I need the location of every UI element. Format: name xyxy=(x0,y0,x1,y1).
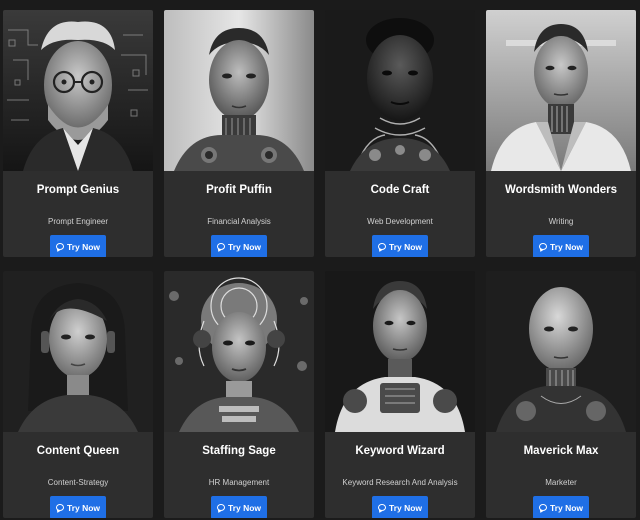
assistant-name: Content Queen xyxy=(36,445,120,457)
portrait-image xyxy=(486,10,636,171)
portrait-image xyxy=(3,271,153,432)
try-now-button[interactable]: Try Now xyxy=(533,235,589,257)
chat-bubble-icon xyxy=(538,504,547,511)
assistant-card: Profit Puffin Financial Analysis Try Now xyxy=(164,10,314,257)
assistant-role: HR Management xyxy=(208,478,270,487)
chat-bubble-icon xyxy=(538,243,547,250)
assistant-role: Financial Analysis xyxy=(207,217,271,226)
portrait-image xyxy=(486,271,636,432)
try-now-label: Try Now xyxy=(66,241,101,252)
assistant-role: Keyword Research And Analysis xyxy=(342,478,458,487)
chat-bubble-icon xyxy=(377,243,386,250)
assistant-card: Content Queen Content-Strategy Try Now xyxy=(3,271,153,518)
assistant-name: Staffing Sage xyxy=(202,445,276,457)
assistant-card: Maverick Max Marketer Try Now xyxy=(486,271,636,518)
assistant-card: Staffing Sage HR Management Try Now xyxy=(164,271,314,518)
try-now-label: Try Now xyxy=(227,502,262,513)
assistant-name: Keyword Wizard xyxy=(355,445,445,457)
try-now-label: Try Now xyxy=(549,241,584,252)
assistant-name: Prompt Genius xyxy=(36,184,120,196)
try-now-button[interactable]: Try Now xyxy=(50,496,106,518)
assistant-role: Writing xyxy=(548,217,574,226)
try-now-label: Try Now xyxy=(66,502,101,513)
portrait-image xyxy=(164,271,314,432)
portrait-image xyxy=(325,271,475,432)
try-now-button[interactable]: Try Now xyxy=(372,235,428,257)
assistant-card: Wordsmith Wonders Writing Try Now xyxy=(486,10,636,257)
chat-bubble-icon xyxy=(216,243,225,250)
assistant-role: Marketer xyxy=(545,478,577,487)
assistant-role: Web Development xyxy=(367,217,433,226)
chat-bubble-icon xyxy=(55,243,64,250)
try-now-label: Try Now xyxy=(227,241,262,252)
try-now-label: Try Now xyxy=(549,502,584,513)
try-now-button[interactable]: Try Now xyxy=(211,235,267,257)
assistant-card: Prompt Genius Prompt Engineer Try Now xyxy=(3,10,153,257)
assistant-card-grid: Prompt Genius Prompt Engineer Try Now Pr… xyxy=(0,0,640,520)
chat-bubble-icon xyxy=(55,504,64,511)
assistant-name: Code Craft xyxy=(370,184,430,196)
try-now-button[interactable]: Try Now xyxy=(372,496,428,518)
portrait-image xyxy=(3,10,153,171)
assistant-card: Code Craft Web Development Try Now xyxy=(325,10,475,257)
chat-bubble-icon xyxy=(377,504,386,511)
try-now-button[interactable]: Try Now xyxy=(211,496,267,518)
assistant-role: Prompt Engineer xyxy=(47,217,109,226)
assistant-name: Wordsmith Wonders xyxy=(504,184,618,196)
try-now-button[interactable]: Try Now xyxy=(50,235,106,257)
assistant-card: Keyword Wizard Keyword Research And Anal… xyxy=(325,271,475,518)
assistant-role: Content-Strategy xyxy=(47,478,109,487)
portrait-image xyxy=(325,10,475,171)
chat-bubble-icon xyxy=(216,504,225,511)
try-now-label: Try Now xyxy=(388,502,423,513)
assistant-name: Maverick Max xyxy=(523,445,599,457)
assistant-name: Profit Puffin xyxy=(206,184,272,196)
portrait-image xyxy=(164,10,314,171)
try-now-button[interactable]: Try Now xyxy=(533,496,589,518)
try-now-label: Try Now xyxy=(388,241,423,252)
